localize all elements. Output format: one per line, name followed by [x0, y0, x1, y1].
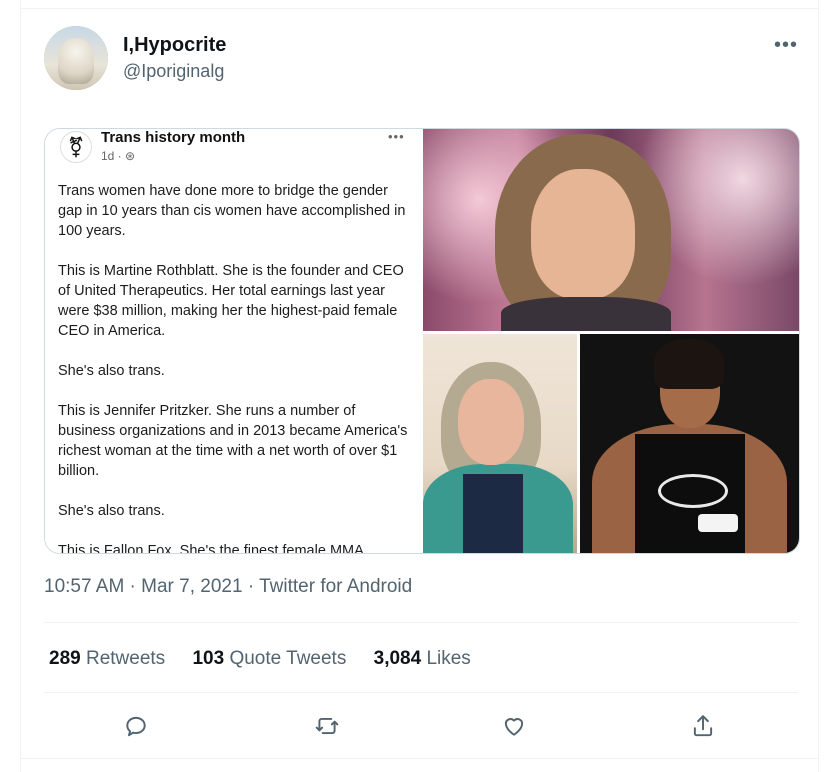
- reply-icon[interactable]: [118, 708, 154, 744]
- retweets-stat[interactable]: 289 Retweets: [49, 648, 165, 669]
- gender-symbol-icon: ⚧: [60, 131, 92, 163]
- embedded-paragraph: She's also trans.: [58, 363, 165, 379]
- avatar[interactable]: [44, 26, 108, 90]
- tweet-media[interactable]: ⚧ Trans history month 1d · ⊛ ••• Trans w…: [44, 128, 800, 554]
- embedded-page-name: Trans history month: [101, 129, 246, 146]
- more-horizontal-icon[interactable]: •••: [774, 34, 798, 57]
- embedded-paragraph: This is Martine Rothblatt. She is the fo…: [58, 263, 404, 339]
- left-border: [20, 0, 21, 772]
- author-name[interactable]: I,Hypocrite: [123, 34, 226, 57]
- top-divider: [20, 8, 818, 9]
- embedded-paragraph: Trans women have done more to bridge the…: [58, 183, 406, 239]
- embedded-post-time: 1d · ⊛: [101, 149, 136, 163]
- likes-stat[interactable]: 3,084 Likes: [374, 648, 471, 669]
- share-icon[interactable]: [685, 708, 721, 744]
- divider: [44, 622, 798, 623]
- embedded-paragraph: This is Jennifer Pritzker. She runs a nu…: [58, 403, 408, 479]
- photo-woman-teal-jacket: [423, 334, 577, 553]
- embedded-more-icon: •••: [388, 129, 405, 144]
- embedded-post-text: Trans women have done more to bridge the…: [58, 181, 408, 554]
- embedded-paragraph: She's also trans.: [58, 503, 165, 519]
- divider: [44, 692, 798, 693]
- author-handle[interactable]: @Iporiginalg: [123, 61, 224, 82]
- tweet-timestamp[interactable]: 10:57 AM · Mar 7, 2021 · Twitter for And…: [44, 576, 412, 598]
- tweet-stats: 289 Retweets 103 Quote Tweets 3,084 Like…: [49, 648, 493, 670]
- embedded-post-screenshot: ⚧ Trans history month 1d · ⊛ ••• Trans w…: [45, 129, 422, 553]
- right-border: [818, 0, 819, 772]
- bottom-divider: [20, 758, 818, 759]
- photo-woman-long-hair: [423, 129, 799, 331]
- embedded-paragraph: This is Fallon Fox. She's the finest fem…: [58, 543, 364, 554]
- retweet-icon[interactable]: [309, 708, 345, 744]
- photo-fighter: [580, 334, 799, 553]
- like-icon[interactable]: [496, 708, 532, 744]
- quote-tweets-stat[interactable]: 103 Quote Tweets: [192, 648, 346, 669]
